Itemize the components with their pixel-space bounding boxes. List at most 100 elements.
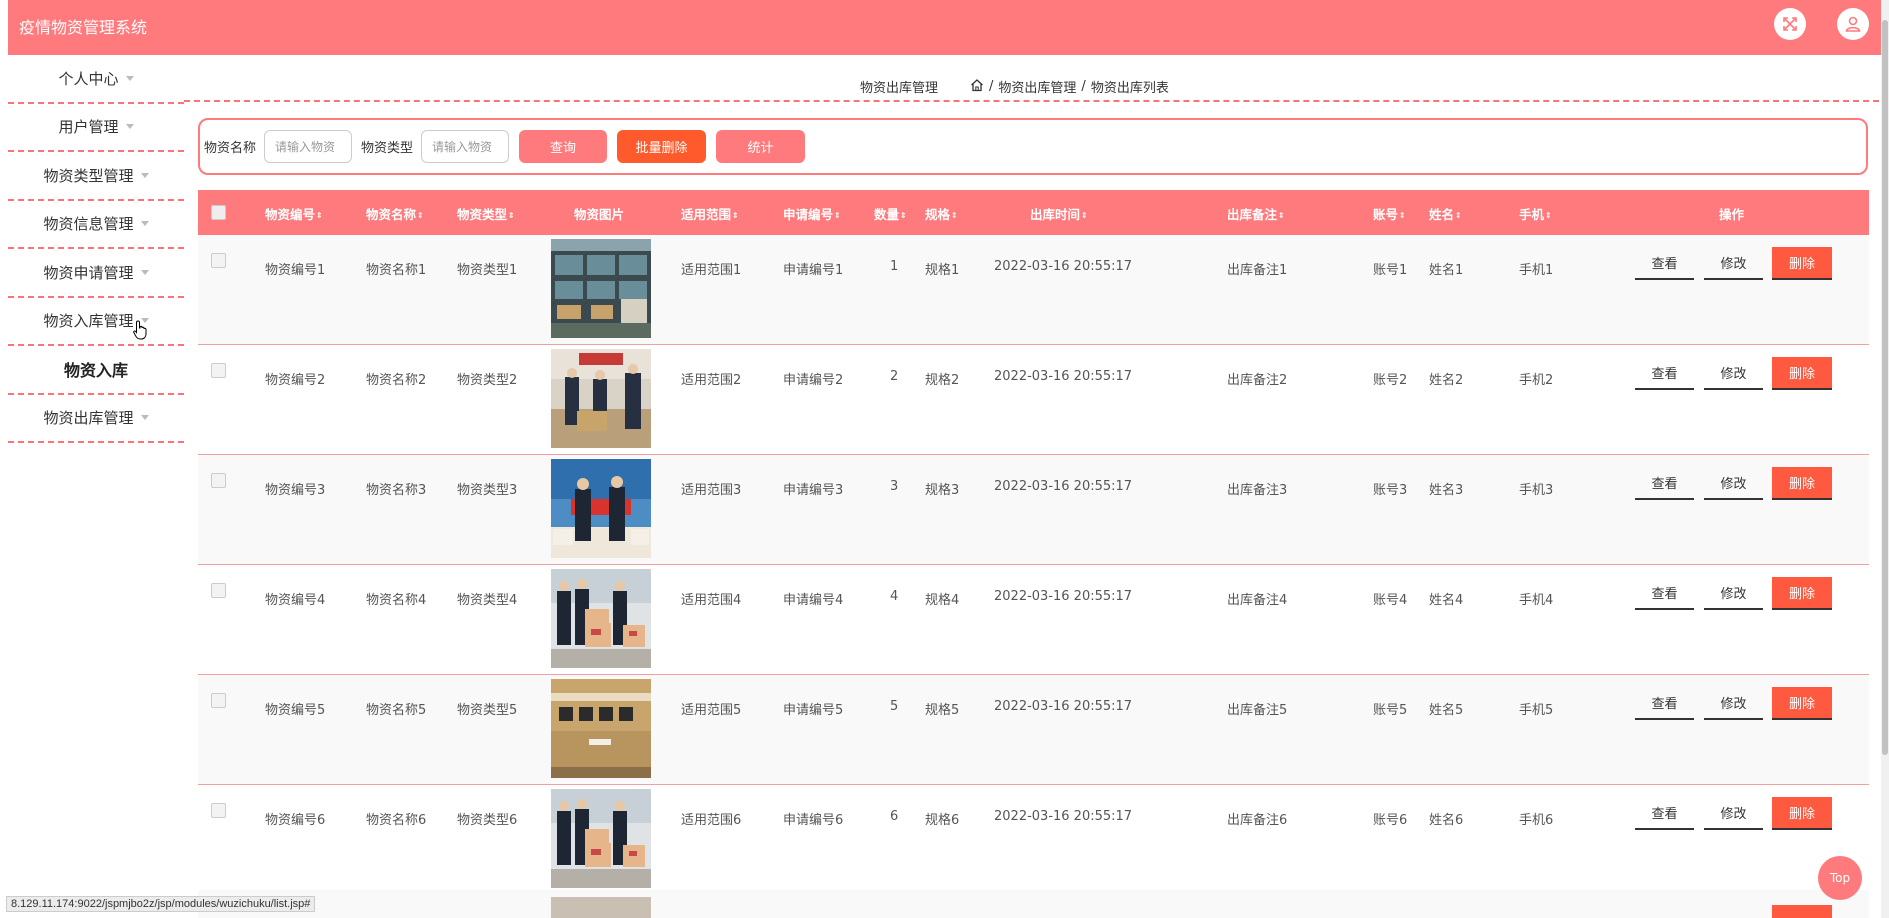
cell-type: 物资类型2 <box>457 373 518 388</box>
delete-button[interactable]: 删除 <box>1772 247 1832 280</box>
fullscreen-icon[interactable] <box>1774 8 1806 40</box>
type-search-input[interactable]: 请输入物资 <box>421 130 510 163</box>
cell-spec: 规格2 <box>925 373 960 388</box>
view-button[interactable]: 查看 <box>1635 467 1694 500</box>
col-header-name[interactable]: 物资名称⇕ <box>366 204 424 223</box>
row-checkbox[interactable] <box>211 473 226 488</box>
cell-account: 账号6 <box>1373 813 1408 828</box>
material-image[interactable] <box>551 239 651 338</box>
row-checkbox[interactable] <box>211 583 226 598</box>
sidebar-item-users[interactable]: 用户管理 <box>8 104 184 152</box>
row-checkbox[interactable] <box>211 803 226 818</box>
edit-button[interactable]: 修改 <box>1704 577 1763 610</box>
sort-icon: ⇕ <box>1399 211 1406 220</box>
delete-button[interactable]: 删除 <box>1772 797 1832 830</box>
sidebar-item-label: 物资入库管理 <box>43 312 134 331</box>
stats-button[interactable]: 统计 <box>716 130 806 163</box>
breadcrumb-item[interactable]: 物资出库管理 <box>998 77 1076 96</box>
sidebar-item-material-types[interactable]: 物资类型管理 <box>8 152 184 201</box>
back-to-top-button[interactable]: Top <box>1818 856 1862 900</box>
delete-button[interactable]: 删除 <box>1772 577 1832 610</box>
chevron-down-icon <box>140 269 149 275</box>
sidebar-item-inbound[interactable]: 物资入库管理 <box>8 298 184 346</box>
col-header-spec[interactable]: 规格⇕ <box>925 204 958 223</box>
cell-apply-no: 申请编号1 <box>783 263 844 278</box>
col-header-type[interactable]: 物资类型⇕ <box>457 204 515 223</box>
cell-person: 姓名5 <box>1429 703 1464 718</box>
cell-person: 姓名6 <box>1429 813 1464 828</box>
sort-icon: ⇕ <box>508 211 515 220</box>
cell-person: 姓名1 <box>1429 263 1464 278</box>
edit-button[interactable]: 修改 <box>1704 467 1763 500</box>
col-header-apply-no[interactable]: 申请编号⇕ <box>783 204 841 223</box>
home-icon[interactable] <box>970 78 984 96</box>
cell-phone: 手机4 <box>1519 593 1554 608</box>
view-button[interactable]: 查看 <box>1635 357 1694 390</box>
col-header-account[interactable]: 账号⇕ <box>1373 204 1406 223</box>
delete-button[interactable]: 删除 <box>1772 467 1832 500</box>
query-button[interactable]: 查询 <box>519 130 608 163</box>
col-header-person[interactable]: 姓名⇕ <box>1429 204 1462 223</box>
delete-button[interactable] <box>1772 905 1832 918</box>
delete-button[interactable]: 删除 <box>1772 357 1832 390</box>
cell-type: 物资类型4 <box>457 593 518 608</box>
page-scrollbar[interactable] <box>1881 0 1889 918</box>
view-button[interactable]: 查看 <box>1635 687 1694 720</box>
sidebar-item-label: 物资类型管理 <box>43 166 134 185</box>
col-header-scope[interactable]: 适用范围⇕ <box>681 204 739 223</box>
table-row: 物资编号5 物资名称5 物资类型5 适用范围5 申请编号5 5 规格5 2022… <box>198 675 1869 785</box>
sidebar-item-profile[interactable]: 个人中心 <box>8 55 184 104</box>
cell-spec: 规格5 <box>925 703 960 718</box>
chevron-down-icon <box>140 172 149 178</box>
material-image[interactable] <box>551 569 651 668</box>
material-image[interactable] <box>551 459 651 558</box>
cell-out-time: 2022-03-16 20:55:17 <box>994 809 1133 824</box>
breadcrumb-separator: / <box>989 79 994 94</box>
cell-remark: 出库备注5 <box>1227 703 1288 718</box>
row-checkbox[interactable] <box>211 253 226 268</box>
cell-spec: 规格3 <box>925 483 960 498</box>
row-checkbox[interactable] <box>211 363 226 378</box>
row-checkbox[interactable] <box>211 693 226 708</box>
view-button[interactable]: 查看 <box>1635 247 1694 280</box>
edit-button[interactable]: 修改 <box>1704 687 1763 720</box>
cell-out-time: 2022-03-16 20:55:17 <box>994 369 1133 384</box>
name-search-input[interactable]: 请输入物资 <box>264 130 353 163</box>
edit-button[interactable]: 修改 <box>1704 247 1763 280</box>
cell-name: 物资名称2 <box>366 373 427 388</box>
sidebar-subitem-inbound[interactable]: 物资入库 <box>8 346 184 395</box>
col-header-remark[interactable]: 出库备注⇕ <box>1227 204 1285 223</box>
sidebar-item-outbound[interactable]: 物资出库管理 <box>8 395 184 443</box>
sidebar-item-material-info[interactable]: 物资信息管理 <box>8 201 184 249</box>
user-icon[interactable] <box>1837 8 1869 40</box>
material-image[interactable] <box>551 679 651 778</box>
col-header-code[interactable]: 物资编号⇕ <box>265 204 323 223</box>
col-header-out-time[interactable]: 出库时间⇕ <box>1030 204 1088 223</box>
col-header-phone[interactable]: 手机⇕ <box>1519 204 1552 223</box>
breadcrumb-item: 物资出库列表 <box>1090 81 1169 96</box>
delete-button[interactable]: 删除 <box>1772 687 1832 720</box>
select-all-checkbox[interactable] <box>211 205 226 220</box>
cell-code: 物资编号5 <box>265 703 326 718</box>
edit-button[interactable]: 修改 <box>1704 357 1763 390</box>
material-image[interactable] <box>551 897 651 918</box>
view-button[interactable]: 查看 <box>1635 797 1694 830</box>
col-header-qty[interactable]: 数量⇕ <box>874 204 907 223</box>
sidebar-item-applications[interactable]: 物资申请管理 <box>8 249 184 298</box>
material-image[interactable] <box>551 349 651 448</box>
cell-remark: 出库备注2 <box>1227 373 1288 388</box>
cell-type: 物资类型5 <box>457 703 518 718</box>
status-url: 8.129.11.174:9022/jspmjbo2z/jsp/modules/… <box>6 896 316 912</box>
edit-button[interactable]: 修改 <box>1704 797 1763 830</box>
sort-icon: ⇕ <box>316 211 323 220</box>
cell-code: 物资编号1 <box>265 263 326 278</box>
sort-icon: ⇕ <box>1081 211 1088 220</box>
search-form: 物资名称 请输入物资 物资类型 请输入物资 查询 批量删除 统计 <box>198 118 1868 175</box>
material-image[interactable] <box>551 789 651 888</box>
cell-qty: 2 <box>890 369 899 384</box>
view-button[interactable]: 查看 <box>1635 577 1694 610</box>
batch-delete-button[interactable]: 批量删除 <box>617 130 707 163</box>
cell-code: 物资编号3 <box>265 483 326 498</box>
scrollbar-thumb[interactable] <box>1882 20 1888 755</box>
sort-icon: ⇕ <box>1278 211 1285 220</box>
